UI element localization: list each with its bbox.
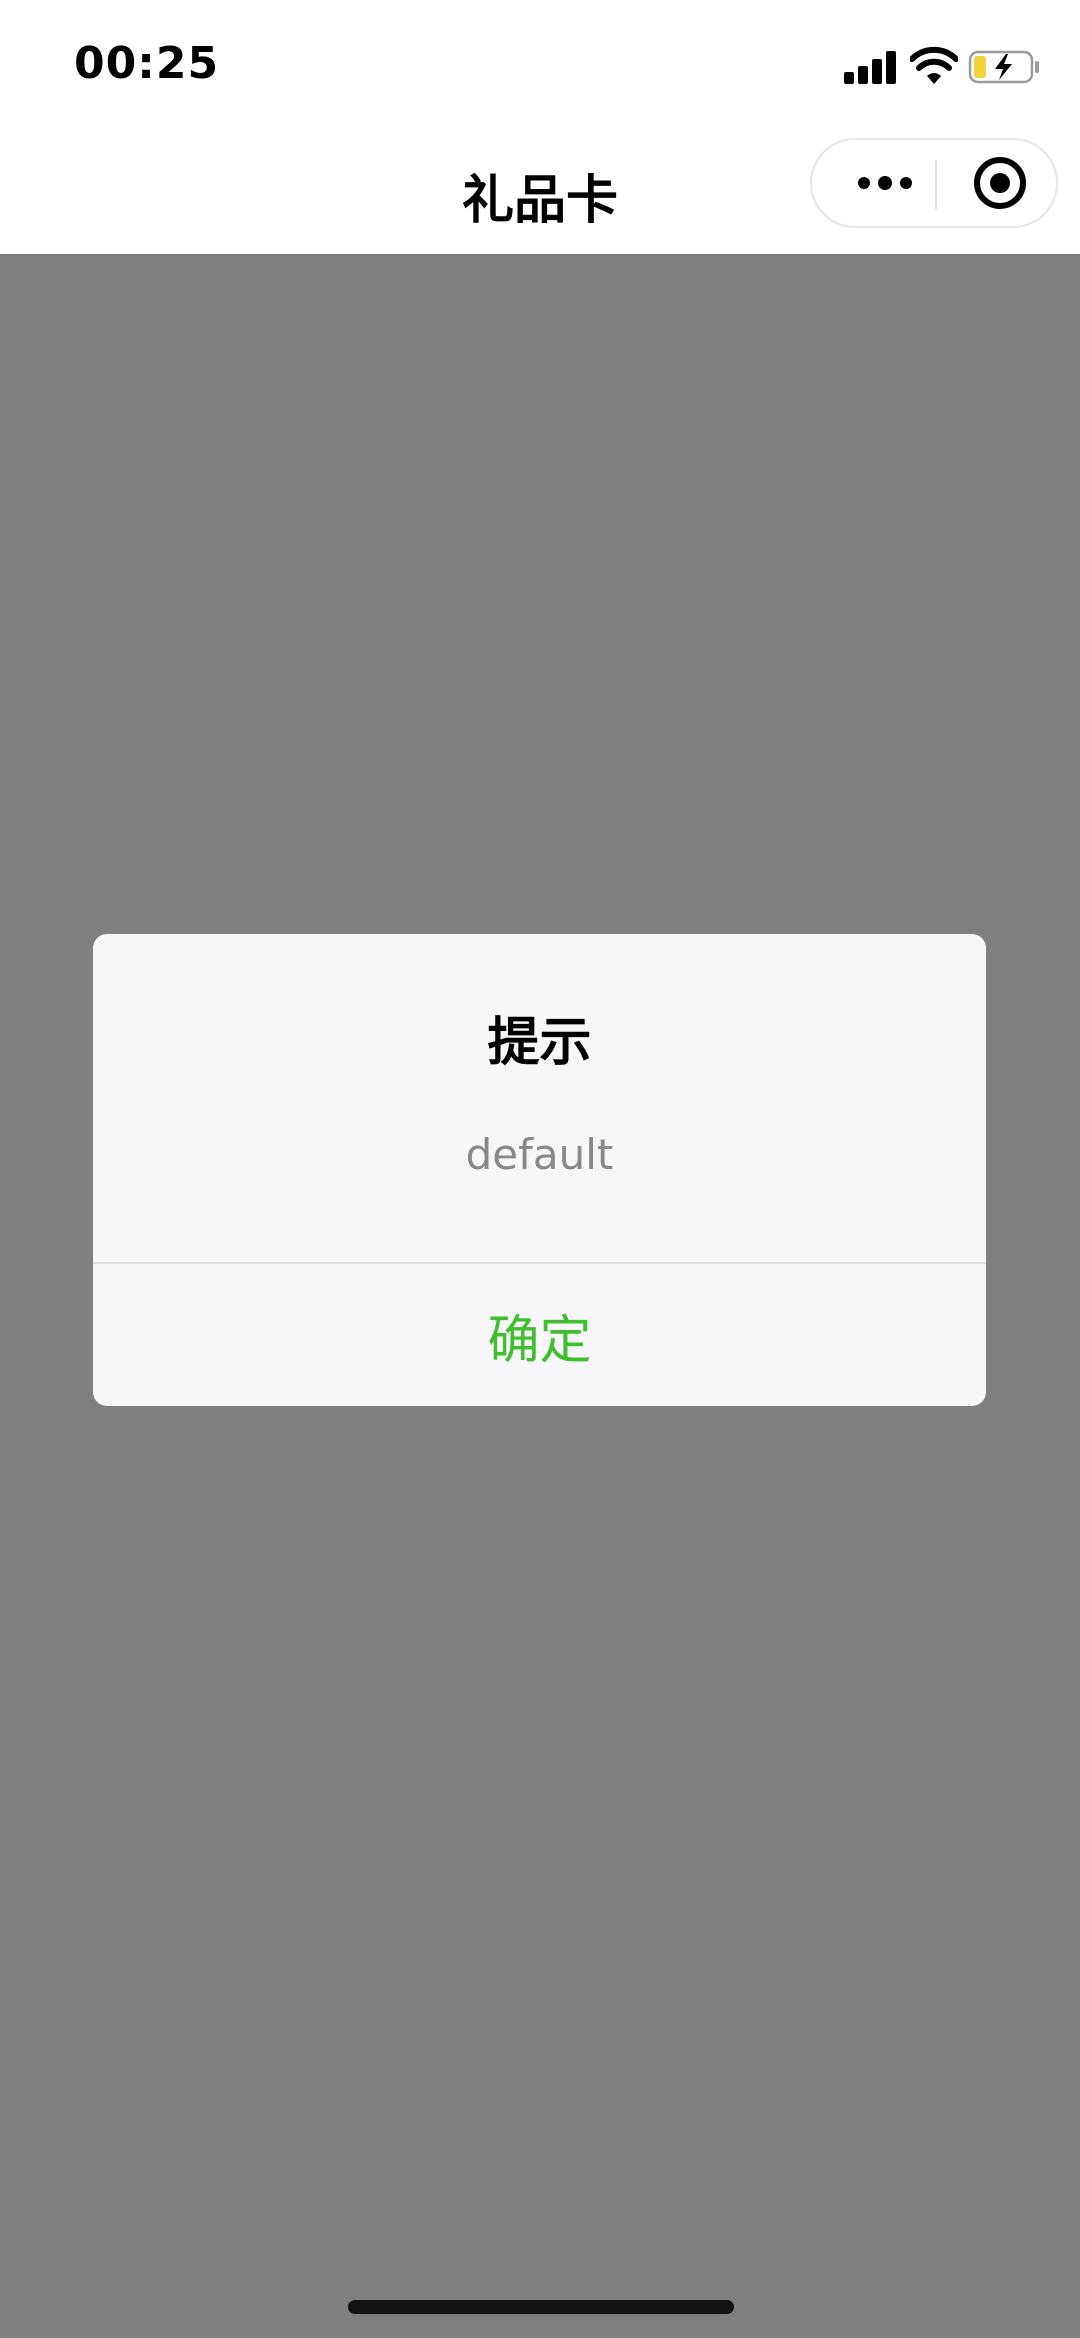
nav-bar: 礼品卡: [0, 130, 1080, 254]
battery-charging-icon: [968, 50, 1039, 84]
wifi-icon: [910, 46, 958, 84]
dialog-message: default: [465, 1130, 614, 1179]
home-indicator[interactable]: [348, 2300, 734, 2314]
mini-program-capsule: [810, 138, 1058, 228]
status-bar: 00:25: [0, 0, 1080, 130]
capsule-divider: [935, 160, 937, 210]
status-time: 00:25: [74, 38, 220, 89]
confirm-button[interactable]: 确定: [93, 1264, 986, 1406]
signal-icon: [844, 50, 898, 84]
more-button[interactable]: [830, 140, 930, 226]
close-mini-program-button[interactable]: [952, 140, 1052, 226]
alert-dialog: 提示 default 确定: [93, 934, 986, 1406]
dialog-title: 提示: [487, 1013, 592, 1073]
